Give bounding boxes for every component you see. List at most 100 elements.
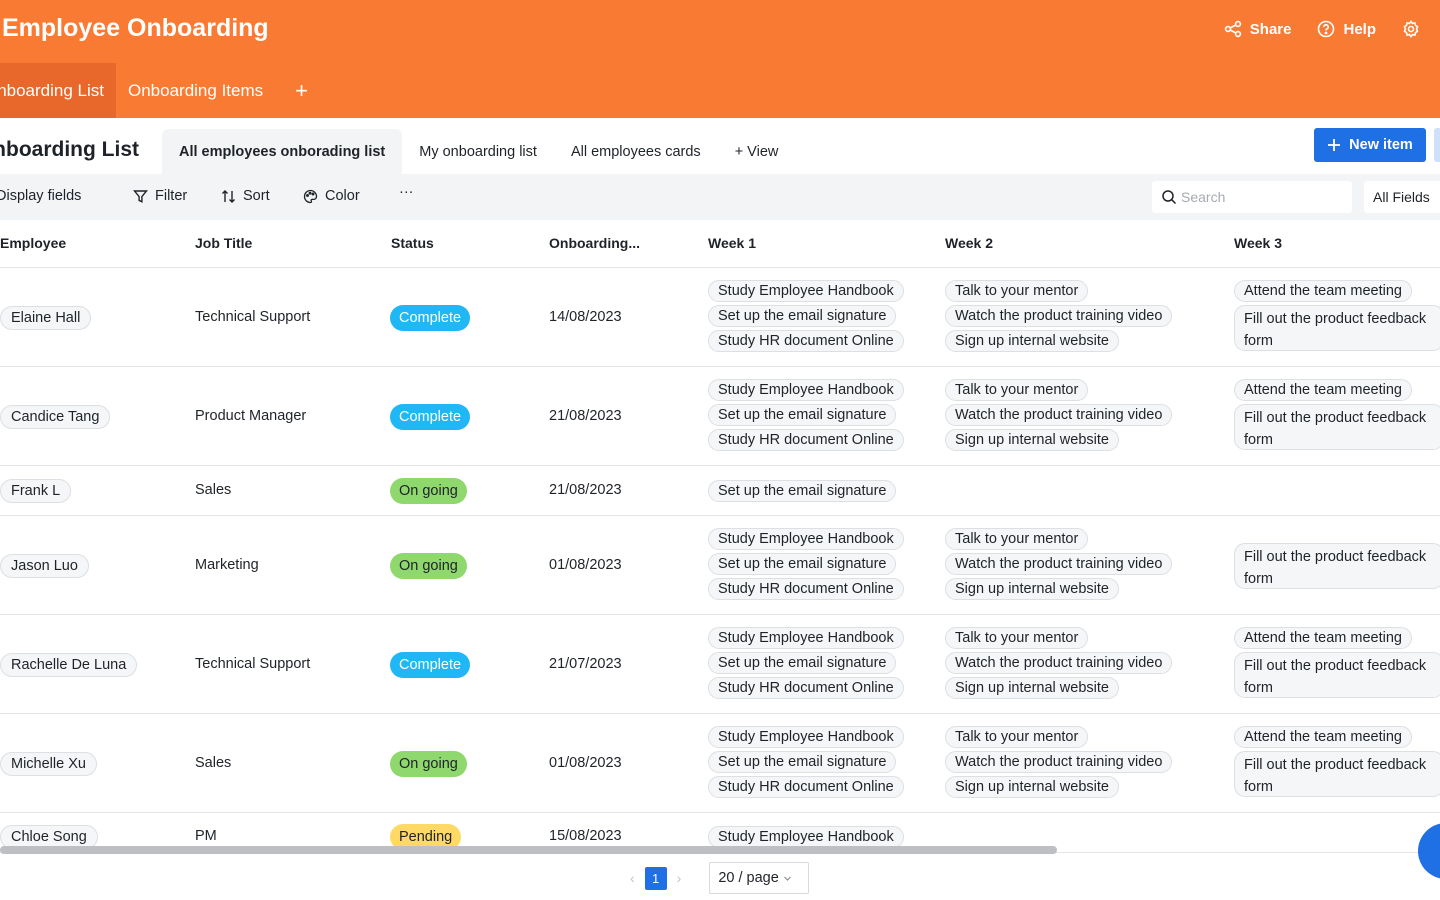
task-chip: Study Employee Handbook [708, 379, 904, 401]
task-chip: Study HR document Online [708, 330, 904, 352]
filter-icon [133, 189, 148, 203]
more-options-button[interactable]: ··· [399, 184, 414, 200]
job-title-cell: Sales [195, 755, 232, 771]
add-view-button[interactable]: + View [718, 129, 796, 174]
task-chip: Study Employee Handbook [708, 280, 904, 302]
week-2-cell[interactable]: Talk to your mentor Watch the product tra… [945, 528, 1173, 600]
week-3-cell[interactable]: Attend the team meeting Fill out the prod… [1234, 627, 1440, 698]
onboarding-date-cell: 21/08/2023 [549, 408, 622, 424]
table-row[interactable]: Elaine Hall Technical Support Complete 14/0… [0, 268, 1440, 367]
search-input[interactable]: Search [1152, 181, 1352, 213]
view-tab-my-list[interactable]: My onboarding list [402, 129, 554, 174]
palette-icon [303, 189, 318, 203]
column-header-week-3[interactable]: Week 3 [1234, 235, 1282, 251]
job-title-cell: Technical Support [195, 656, 311, 672]
onboarding-date-cell: 21/08/2023 [549, 482, 622, 498]
onboarding-date-cell: 14/08/2023 [549, 309, 622, 325]
employee-chip[interactable]: Elaine Hall [0, 306, 92, 330]
settings-button[interactable] [1402, 20, 1420, 38]
app-header: Employee Onboarding Share Help Onboardin… [0, 0, 1440, 118]
week-3-cell[interactable]: Fill out the product feedback form [1234, 543, 1440, 589]
view-tabs: All employees onborading list My onboard… [162, 129, 795, 174]
tab-onboarding-list[interactable]: Onboarding List [0, 63, 116, 118]
share-button[interactable]: Share [1224, 20, 1291, 38]
table-row[interactable]: Michelle Xu Sales On going 01/08/2023 Study … [0, 714, 1440, 813]
column-header-week-2[interactable]: Week 2 [945, 235, 993, 251]
week-2-cell[interactable]: Talk to your mentor Watch the product tra… [945, 379, 1173, 451]
employee-chip[interactable]: Frank L [0, 479, 72, 503]
week-1-cell[interactable]: Set up the email signature [708, 480, 897, 502]
help-button[interactable]: Help [1317, 20, 1376, 38]
column-header-onboarding-date[interactable]: Onboarding... [549, 235, 640, 251]
week-3-cell[interactable]: Attend the team meeting Fill out the prod… [1234, 726, 1440, 797]
new-item-button[interactable]: New item [1314, 128, 1426, 162]
onboarding-date-cell: 15/08/2023 [549, 828, 622, 844]
week-3-cell[interactable]: Attend the team meeting Fill out the prod… [1234, 379, 1440, 450]
task-chip: Sign up internal website [945, 330, 1119, 352]
view-tab-all-employees[interactable]: All employees onborading list [162, 129, 403, 174]
table-row[interactable]: Jason Luo Marketing On going 01/08/2023 Stud… [0, 516, 1440, 615]
column-header-employee[interactable]: Employee [0, 235, 66, 251]
pagination: ‹ 1 › 20 / page [630, 862, 810, 894]
week-2-cell[interactable]: Talk to your mentor Watch the product tra… [945, 627, 1173, 699]
employee-chip[interactable]: Rachelle De Luna [0, 653, 138, 677]
page-size-select[interactable]: 20 / page [709, 862, 810, 894]
color-button[interactable]: Color [303, 188, 360, 204]
task-chip: Set up the email signature [708, 751, 897, 773]
job-title-cell: Product Manager [195, 408, 307, 424]
tab-onboarding-items[interactable]: Onboarding Items [116, 63, 275, 118]
page-size-label: 20 / page [718, 870, 779, 886]
column-header-status[interactable]: Status [391, 235, 434, 251]
onboarding-date-cell: 01/08/2023 [549, 755, 622, 771]
task-chip: Study HR document Online [708, 429, 904, 451]
header-actions: Share Help [1224, 20, 1420, 38]
task-chip: Talk to your mentor [945, 379, 1089, 401]
week-3-cell[interactable]: Attend the team meeting Fill out the prod… [1234, 280, 1440, 351]
list-title: Onboarding List [0, 138, 139, 161]
task-chip: Attend the team meeting [1234, 627, 1412, 649]
filter-button[interactable]: Filter [133, 188, 187, 204]
employee-chip[interactable]: Jason Luo [0, 554, 89, 578]
display-fields-button[interactable]: Display fields [0, 188, 81, 204]
week-1-cell[interactable]: Study Employee Handbook Set up the email … [708, 528, 904, 600]
page-number[interactable]: 1 [644, 866, 667, 890]
next-page-button[interactable]: › [677, 870, 682, 886]
task-chip: Fill out the product feedback form [1234, 305, 1440, 351]
table-row[interactable]: Candice Tang Product Manager Complete 21/08… [0, 367, 1440, 466]
tab-label: Onboarding Items [128, 80, 264, 100]
table-row[interactable]: Frank L Sales On going 21/08/2023 Set up the… [0, 466, 1440, 516]
week-1-cell[interactable]: Study Employee Handbook Set up the email … [708, 280, 904, 352]
prev-page-button[interactable]: ‹ [630, 870, 635, 886]
task-chip: Study Employee Handbook [708, 826, 904, 848]
task-chip: Watch the product training video [945, 652, 1173, 674]
task-chip: Set up the email signature [708, 553, 897, 575]
week-2-cell[interactable]: Talk to your mentor Watch the product tra… [945, 280, 1173, 352]
app-title: Employee Onboarding [2, 14, 269, 42]
all-fields-select[interactable]: All Fields [1364, 181, 1440, 213]
week-2-cell[interactable]: Talk to your mentor Watch the product tra… [945, 726, 1173, 798]
week-1-cell[interactable]: Study Employee Handbook [708, 826, 904, 848]
column-header-week-1[interactable]: Week 1 [708, 235, 756, 251]
column-header-job-title[interactable]: Job Title [195, 235, 252, 251]
task-chip: Talk to your mentor [945, 726, 1089, 748]
table-row[interactable]: Rachelle De Luna Technical Support Complet… [0, 615, 1440, 714]
status-badge: On going [390, 751, 467, 777]
new-item-dropdown-button[interactable] [1434, 128, 1440, 162]
task-chip: Sign up internal website [945, 776, 1119, 798]
task-chip: Study Employee Handbook [708, 528, 904, 550]
week-1-cell[interactable]: Study Employee Handbook Set up the email … [708, 379, 904, 451]
sort-button[interactable]: Sort [221, 188, 270, 204]
plus-icon [1328, 139, 1341, 151]
share-icon [1224, 20, 1241, 38]
status-badge: On going [390, 553, 467, 579]
employee-chip[interactable]: Candice Tang [0, 405, 111, 429]
task-chip: Fill out the product feedback form [1234, 652, 1440, 698]
task-chip: Fill out the product feedback form [1234, 543, 1440, 589]
horizontal-scrollbar[interactable] [0, 846, 1057, 854]
add-tab-button[interactable]: + [275, 63, 328, 118]
employee-chip[interactable]: Michelle Xu [0, 752, 97, 776]
week-1-cell[interactable]: Study Employee Handbook Set up the email … [708, 726, 904, 798]
view-tab-cards[interactable]: All employees cards [554, 129, 718, 174]
week-1-cell[interactable]: Study Employee Handbook Set up the email … [708, 627, 904, 699]
task-chip: Watch the product training video [945, 553, 1173, 575]
